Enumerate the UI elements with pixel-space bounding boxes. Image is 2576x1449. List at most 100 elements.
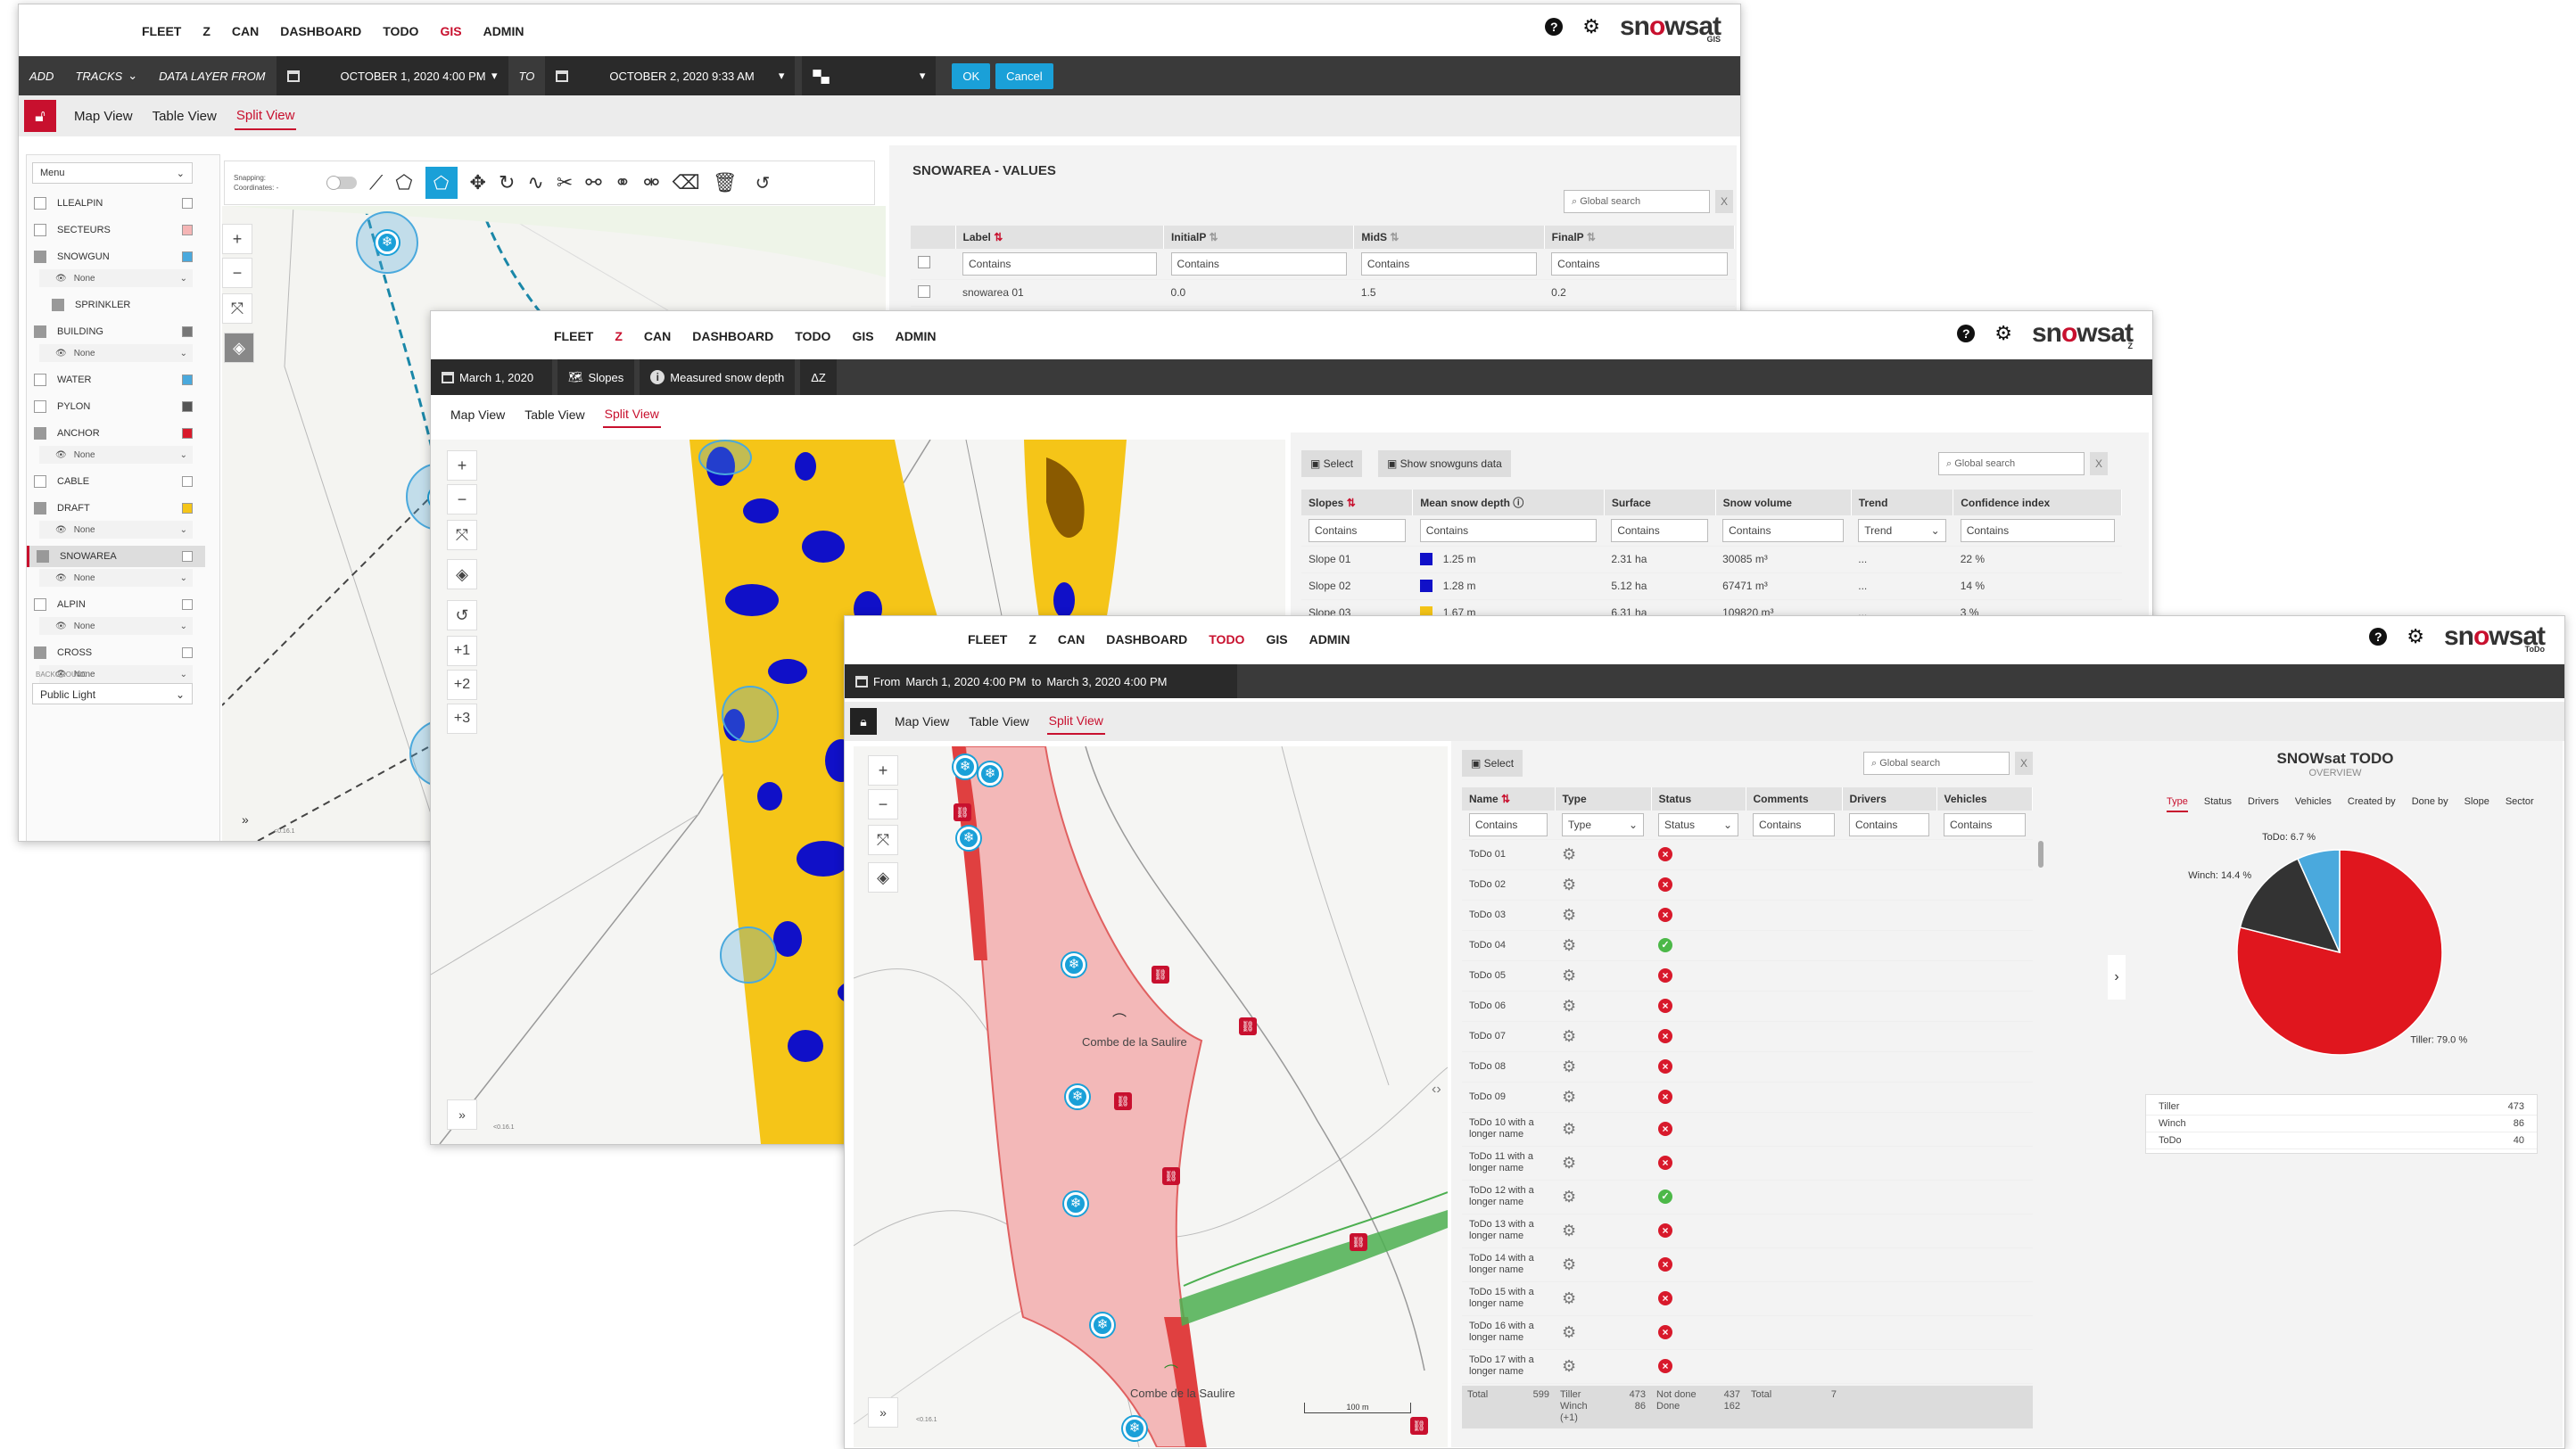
label-filter[interactable]: Contains xyxy=(962,251,1157,276)
ov-tab-created-by[interactable]: Created by xyxy=(2348,796,2396,812)
nav-z[interactable]: Z xyxy=(1028,632,1036,646)
edit-shape-icon[interactable]: ⬠ xyxy=(425,167,458,199)
col-snow-volume[interactable]: Snow volume xyxy=(1715,490,1852,515)
snowgun-icon[interactable]: ❄ xyxy=(1066,1085,1089,1108)
volume-filter[interactable]: Contains xyxy=(1722,518,1845,542)
table-row[interactable]: ToDo 03 ⚙ × xyxy=(1462,900,2033,931)
table-row[interactable]: ToDo 08 ⚙ × xyxy=(1462,1051,2033,1083)
layer-item-cable[interactable]: CABLE xyxy=(27,471,205,492)
nav-can[interactable]: CAN xyxy=(1058,632,1085,646)
tab-table-view[interactable]: Table View xyxy=(967,709,1030,734)
layer-item-secteurs[interactable]: SECTEURS xyxy=(27,219,205,241)
nav-todo[interactable]: TODO xyxy=(795,329,830,343)
nav-gis[interactable]: GIS xyxy=(852,329,873,343)
layer-item-draft[interactable]: DRAFT xyxy=(27,498,205,519)
layer-style-dropdown[interactable]: 👁︎ None ⌄ xyxy=(39,617,193,635)
layer-item-cross[interactable]: CROSS xyxy=(27,642,205,663)
reset-icon[interactable]: ↺ xyxy=(447,600,477,630)
ov-tab-drivers[interactable]: Drivers xyxy=(2248,796,2279,812)
layers-icon[interactable]: ◈ xyxy=(447,559,477,589)
gear-icon[interactable]: ⚙ xyxy=(2407,627,2424,646)
tab-table-view[interactable]: Table View xyxy=(523,402,586,427)
todo-map[interactable]: ❄ ❄ ❄ ❄ ❄ ❄ ❄ ❄ ⛓ ⛓ ⛓ ⛓ ⛓ ⛓ ⛓ ⌒ Combe de… xyxy=(854,746,1448,1447)
table-row[interactable]: ToDo 10 with a longer name ⚙ × xyxy=(1462,1112,2033,1147)
collapse-panel-icon[interactable]: › xyxy=(2108,955,2126,1000)
layers-menu-dropdown[interactable]: Menu ⌄ xyxy=(32,162,193,184)
help-icon[interactable]: ? xyxy=(1957,325,1976,342)
snapping-toggle[interactable] xyxy=(326,176,357,190)
nav-todo[interactable]: TODO xyxy=(1209,632,1244,646)
vehicles-filter[interactable]: Contains xyxy=(1944,812,2026,836)
zoom-in-button[interactable]: + xyxy=(447,450,477,481)
rotate-icon[interactable]: ↻ xyxy=(499,171,515,194)
layer-checkbox[interactable] xyxy=(34,400,46,413)
expand-panel-icon[interactable]: » xyxy=(242,812,249,827)
layer-checkbox[interactable] xyxy=(34,224,46,236)
col-vehicles[interactable]: Vehicles xyxy=(1936,787,2033,811)
col-mids[interactable]: MidS ⇅ xyxy=(1353,226,1545,249)
eraser-icon[interactable]: ⌫ xyxy=(673,171,700,194)
union-icon[interactable]: ⚯ xyxy=(585,171,601,194)
initialp-filter[interactable]: Contains xyxy=(1170,251,1347,276)
layer-checkbox[interactable] xyxy=(52,299,64,311)
layer-checkbox[interactable] xyxy=(34,598,46,611)
anchor-icon[interactable]: ⛓ xyxy=(1410,1417,1428,1435)
snowgun-icon[interactable]: ❄ xyxy=(954,755,977,778)
vehicle-dropdown[interactable]: ▀▄ ▾ xyxy=(802,56,937,95)
layer-style-dropdown[interactable]: 👁︎ None ⌄ xyxy=(39,521,193,539)
move-icon[interactable]: ✥ xyxy=(470,171,486,194)
comments-filter[interactable]: Contains xyxy=(1753,812,1835,836)
date-range-picker[interactable]: From March 1, 2020 4:00 PM to March 3, 2020… xyxy=(845,664,1237,698)
gear-icon[interactable]: ⚙ xyxy=(1582,17,1600,37)
export-excel-icon[interactable]: X xyxy=(2015,752,2033,775)
zoom-in-button[interactable]: + xyxy=(868,755,898,786)
slopes-button[interactable]: 🗺︎ Slopes xyxy=(557,359,635,395)
layer-item-building[interactable]: BUILDING xyxy=(27,321,205,342)
layer-checkbox[interactable] xyxy=(34,502,46,515)
layer-item-pylon[interactable]: PYLON xyxy=(27,396,205,417)
measured-snow-depth-button[interactable]: i Measured snow depth xyxy=(640,359,796,395)
finalp-filter[interactable]: Contains xyxy=(1551,251,1728,276)
nav-admin[interactable]: ADMIN xyxy=(483,24,524,38)
from-date-picker[interactable]: OCTOBER 1, 2020 4:00 PM ▾ xyxy=(276,56,508,95)
table-row[interactable]: Slope 01 1.25 m 2.31 ha 30085 m³... 22 % xyxy=(1301,546,2122,573)
table-row[interactable]: ToDo 07 ⚙ × xyxy=(1462,1021,2033,1052)
ov-tab-done-by[interactable]: Done by xyxy=(2412,796,2448,812)
type-filter[interactable]: Type ⌄ xyxy=(1562,812,1644,836)
lock-icon[interactable]: 🔒︎ xyxy=(850,708,877,735)
fit-extent-icon[interactable]: ⤧ xyxy=(222,293,252,324)
add-menu[interactable]: ADD xyxy=(19,56,64,95)
drivers-filter[interactable]: Contains xyxy=(1849,812,1929,836)
export-excel-icon[interactable]: X xyxy=(1715,190,1733,213)
table-row[interactable]: ToDo 09 ⚙ × xyxy=(1462,1082,2033,1113)
tab-table-view[interactable]: Table View xyxy=(151,103,219,129)
nav-can[interactable]: CAN xyxy=(232,24,259,38)
snowgun-icon[interactable]: ❄ xyxy=(376,231,399,254)
slopes-filter[interactable]: Contains xyxy=(1309,518,1406,542)
global-search-input[interactable]: ⌕ Global search xyxy=(1938,452,2085,475)
tab-split-view[interactable]: Split View xyxy=(1046,708,1105,735)
ov-tab-sector[interactable]: Sector xyxy=(2506,796,2534,812)
gear-icon[interactable]: ⚙ xyxy=(1994,324,2012,343)
table-row[interactable]: ToDo 04 ⚙ ✓ xyxy=(1462,930,2033,961)
col-drivers[interactable]: Drivers xyxy=(1842,787,1937,811)
layer-checkbox[interactable] xyxy=(34,251,46,263)
nav-gis[interactable]: GIS xyxy=(1266,632,1287,646)
ov-tab-type[interactable]: Type xyxy=(2167,796,2188,812)
nav-fleet[interactable]: FLEET xyxy=(554,329,593,343)
layer-item-snowgun[interactable]: SNOWGUN xyxy=(27,246,205,268)
table-row[interactable]: ToDo 12 with a longer name ⚙ ✓ xyxy=(1462,1180,2033,1214)
snowgun-icon[interactable]: ❄ xyxy=(1064,1192,1087,1215)
depth-filter[interactable]: Contains xyxy=(1419,518,1598,542)
nav-admin[interactable]: ADMIN xyxy=(1309,632,1350,646)
show-snowguns-button[interactable]: ▣ Show snowguns data xyxy=(1378,450,1511,477)
zoom-out-button[interactable]: − xyxy=(868,789,898,819)
col-initialp[interactable]: InitialP ⇅ xyxy=(1163,226,1355,249)
select-button[interactable]: ▣ Select xyxy=(1301,450,1363,477)
delta-z-button[interactable]: ΔZ xyxy=(800,359,837,395)
nav-admin[interactable]: ADMIN xyxy=(896,329,937,343)
nav-dashboard[interactable]: DASHBOARD xyxy=(280,24,361,38)
table-row[interactable]: ToDo 06 ⚙ × xyxy=(1462,991,2033,1022)
zoom-plus2-button[interactable]: +2 xyxy=(447,670,477,700)
layer-item-llealpin[interactable]: LLEALPIN xyxy=(27,193,205,214)
